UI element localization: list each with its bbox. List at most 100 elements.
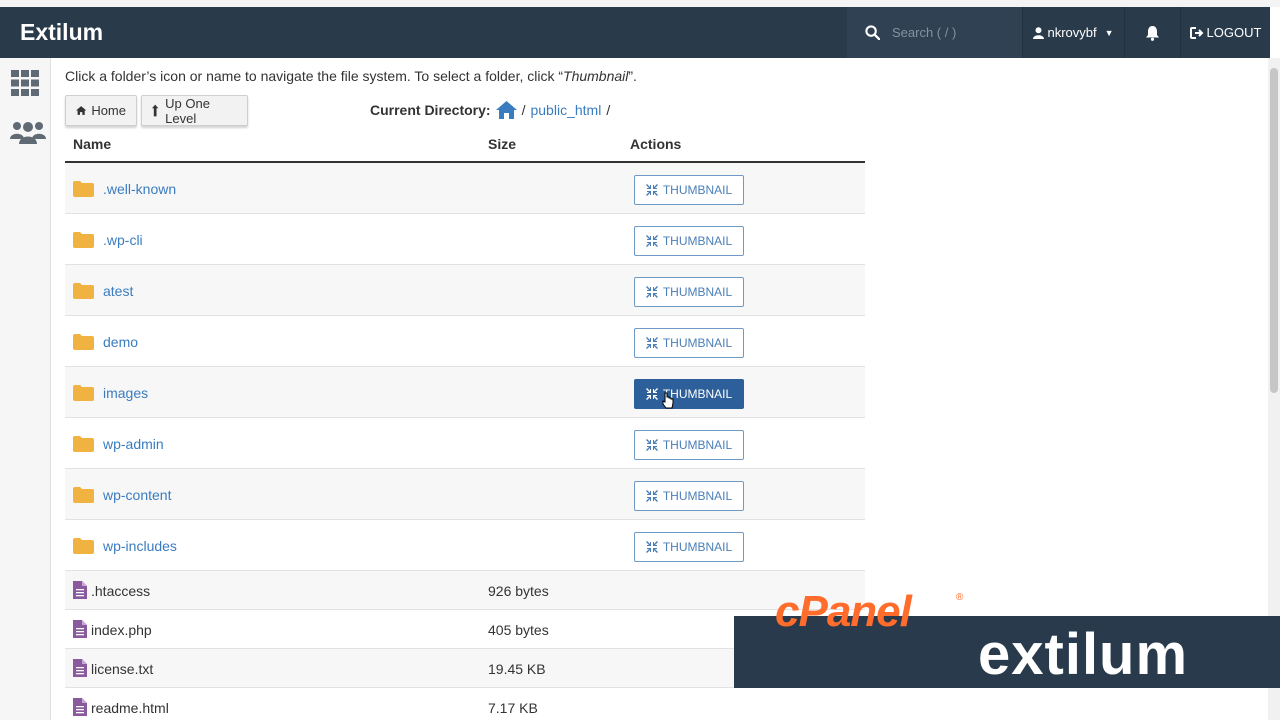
- table-row[interactable]: wp-admin THUMBNAIL: [65, 418, 865, 469]
- folder-icon[interactable]: [73, 181, 94, 197]
- folder-name-link[interactable]: images: [103, 385, 148, 401]
- folder-icon[interactable]: [73, 385, 94, 401]
- sidebar: [0, 58, 51, 720]
- mouse-cursor: [662, 392, 674, 409]
- table-row[interactable]: .well-known THUMBNAIL: [65, 163, 865, 214]
- compress-icon: [645, 184, 658, 196]
- file-size: 405 bytes: [488, 622, 549, 638]
- folder-name-link[interactable]: wp-includes: [103, 538, 177, 554]
- brand-logo[interactable]: Extilum: [0, 19, 847, 46]
- browser-top-strip: [0, 0, 1280, 7]
- compress-icon: [645, 439, 658, 451]
- instructions-text: Click a folder’s icon or name to navigat…: [65, 68, 637, 84]
- current-directory: Current Directory: / public_html /: [370, 101, 610, 119]
- home-icon: [76, 106, 87, 115]
- thumbnail-button[interactable]: THUMBNAIL: [634, 277, 744, 307]
- compress-icon: [645, 235, 658, 247]
- file-icon: [73, 620, 87, 638]
- users-icon[interactable]: [10, 120, 46, 144]
- notifications-button[interactable]: [1124, 7, 1180, 58]
- home-icon[interactable]: [495, 101, 517, 119]
- file-name[interactable]: readme.html: [91, 700, 169, 716]
- user-icon: [1033, 26, 1045, 39]
- extilum-logo: extilum: [978, 622, 1189, 687]
- cpanel-logo: cPanel: [775, 587, 912, 636]
- user-menu[interactable]: nkrovybf ▼: [1022, 7, 1124, 58]
- thumbnail-button[interactable]: THUMBNAIL: [634, 379, 744, 409]
- search-input[interactable]: [892, 25, 1012, 40]
- column-header-actions: Actions: [630, 136, 682, 152]
- folder-icon[interactable]: [73, 436, 94, 452]
- table-row[interactable]: readme.html 7.17 KB: [65, 688, 865, 720]
- file-name[interactable]: license.txt: [91, 661, 153, 677]
- folder-name-link[interactable]: wp-content: [103, 487, 171, 503]
- compress-icon: [645, 490, 658, 502]
- compress-icon: [645, 541, 658, 553]
- thumbnail-button[interactable]: THUMBNAIL: [634, 328, 744, 358]
- thumbnail-button[interactable]: THUMBNAIL: [634, 175, 744, 205]
- column-header-size[interactable]: Size: [488, 136, 516, 152]
- file-name[interactable]: .htaccess: [91, 583, 150, 599]
- table-row[interactable]: images THUMBNAIL: [65, 367, 865, 418]
- home-button-label: Home: [91, 103, 126, 118]
- folder-name-link[interactable]: atest: [103, 283, 133, 299]
- folder-icon[interactable]: [73, 232, 94, 248]
- compress-icon: [645, 337, 658, 349]
- up-button-label: Up One Level: [165, 95, 210, 126]
- table-row[interactable]: atest THUMBNAIL: [65, 265, 865, 316]
- path-public-html-link[interactable]: public_html: [530, 102, 601, 118]
- thumbnail-button-label: THUMBNAIL: [662, 438, 733, 452]
- registered-mark-icon: ®: [956, 592, 964, 603]
- file-icon: [73, 659, 87, 677]
- home-button[interactable]: Home: [65, 95, 137, 126]
- path-separator: /: [521, 102, 526, 118]
- logout-label: LOGOUT: [1206, 25, 1262, 40]
- bell-icon: [1146, 25, 1159, 41]
- thumbnail-button-label: THUMBNAIL: [662, 489, 733, 503]
- file-icon: [73, 698, 87, 716]
- table-row[interactable]: .htaccess 926 bytes: [65, 571, 865, 610]
- folder-name-link[interactable]: .wp-cli: [103, 232, 143, 248]
- up-one-level-button[interactable]: Up One Level: [141, 95, 248, 126]
- table-row[interactable]: wp-content THUMBNAIL: [65, 469, 865, 520]
- logout-button[interactable]: LOGOUT: [1180, 7, 1270, 58]
- chevron-down-icon: ▼: [1104, 27, 1114, 38]
- search-icon: [865, 25, 880, 40]
- logout-icon: [1189, 26, 1203, 39]
- thumbnail-button[interactable]: THUMBNAIL: [634, 481, 744, 511]
- folder-icon[interactable]: [73, 334, 94, 350]
- thumbnail-button[interactable]: THUMBNAIL: [634, 430, 744, 460]
- folder-name-link[interactable]: .well-known: [103, 181, 176, 197]
- compress-icon: [645, 388, 658, 400]
- folder-icon[interactable]: [73, 487, 94, 503]
- file-name[interactable]: index.php: [91, 622, 152, 638]
- thumbnail-button-label: THUMBNAIL: [662, 183, 733, 197]
- scrollbar-thumb[interactable]: [1270, 68, 1278, 393]
- table-header: Name Size Actions: [65, 130, 865, 163]
- thumbnail-button-label: THUMBNAIL: [662, 234, 733, 248]
- thumbnail-button-label: THUMBNAIL: [662, 285, 733, 299]
- folder-name-link[interactable]: wp-admin: [103, 436, 164, 452]
- thumbnail-button-label: THUMBNAIL: [662, 336, 733, 350]
- path-separator: /: [606, 102, 611, 118]
- thumbnail-button[interactable]: THUMBNAIL: [634, 226, 744, 256]
- column-header-name[interactable]: Name: [73, 136, 111, 152]
- search-box[interactable]: [847, 7, 1022, 58]
- top-navbar: Extilum nkrovybf ▼ LOGOUT: [0, 7, 1270, 58]
- folder-icon[interactable]: [73, 538, 94, 554]
- thumbnail-button[interactable]: THUMBNAIL: [634, 532, 744, 562]
- current-directory-label: Current Directory:: [370, 102, 491, 118]
- file-size: 926 bytes: [488, 583, 549, 599]
- compress-icon: [645, 286, 658, 298]
- file-size: 19.45 KB: [488, 661, 546, 677]
- table-row[interactable]: .wp-cli THUMBNAIL: [65, 214, 865, 265]
- file-size: 7.17 KB: [488, 700, 538, 716]
- username: nkrovybf: [1047, 25, 1097, 40]
- grid-icon[interactable]: [10, 70, 40, 96]
- folder-icon[interactable]: [73, 283, 94, 299]
- table-row[interactable]: demo THUMBNAIL: [65, 316, 865, 367]
- thumbnail-button-label: THUMBNAIL: [662, 540, 733, 554]
- folder-name-link[interactable]: demo: [103, 334, 138, 350]
- file-icon: [73, 581, 87, 599]
- table-row[interactable]: wp-includes THUMBNAIL: [65, 520, 865, 571]
